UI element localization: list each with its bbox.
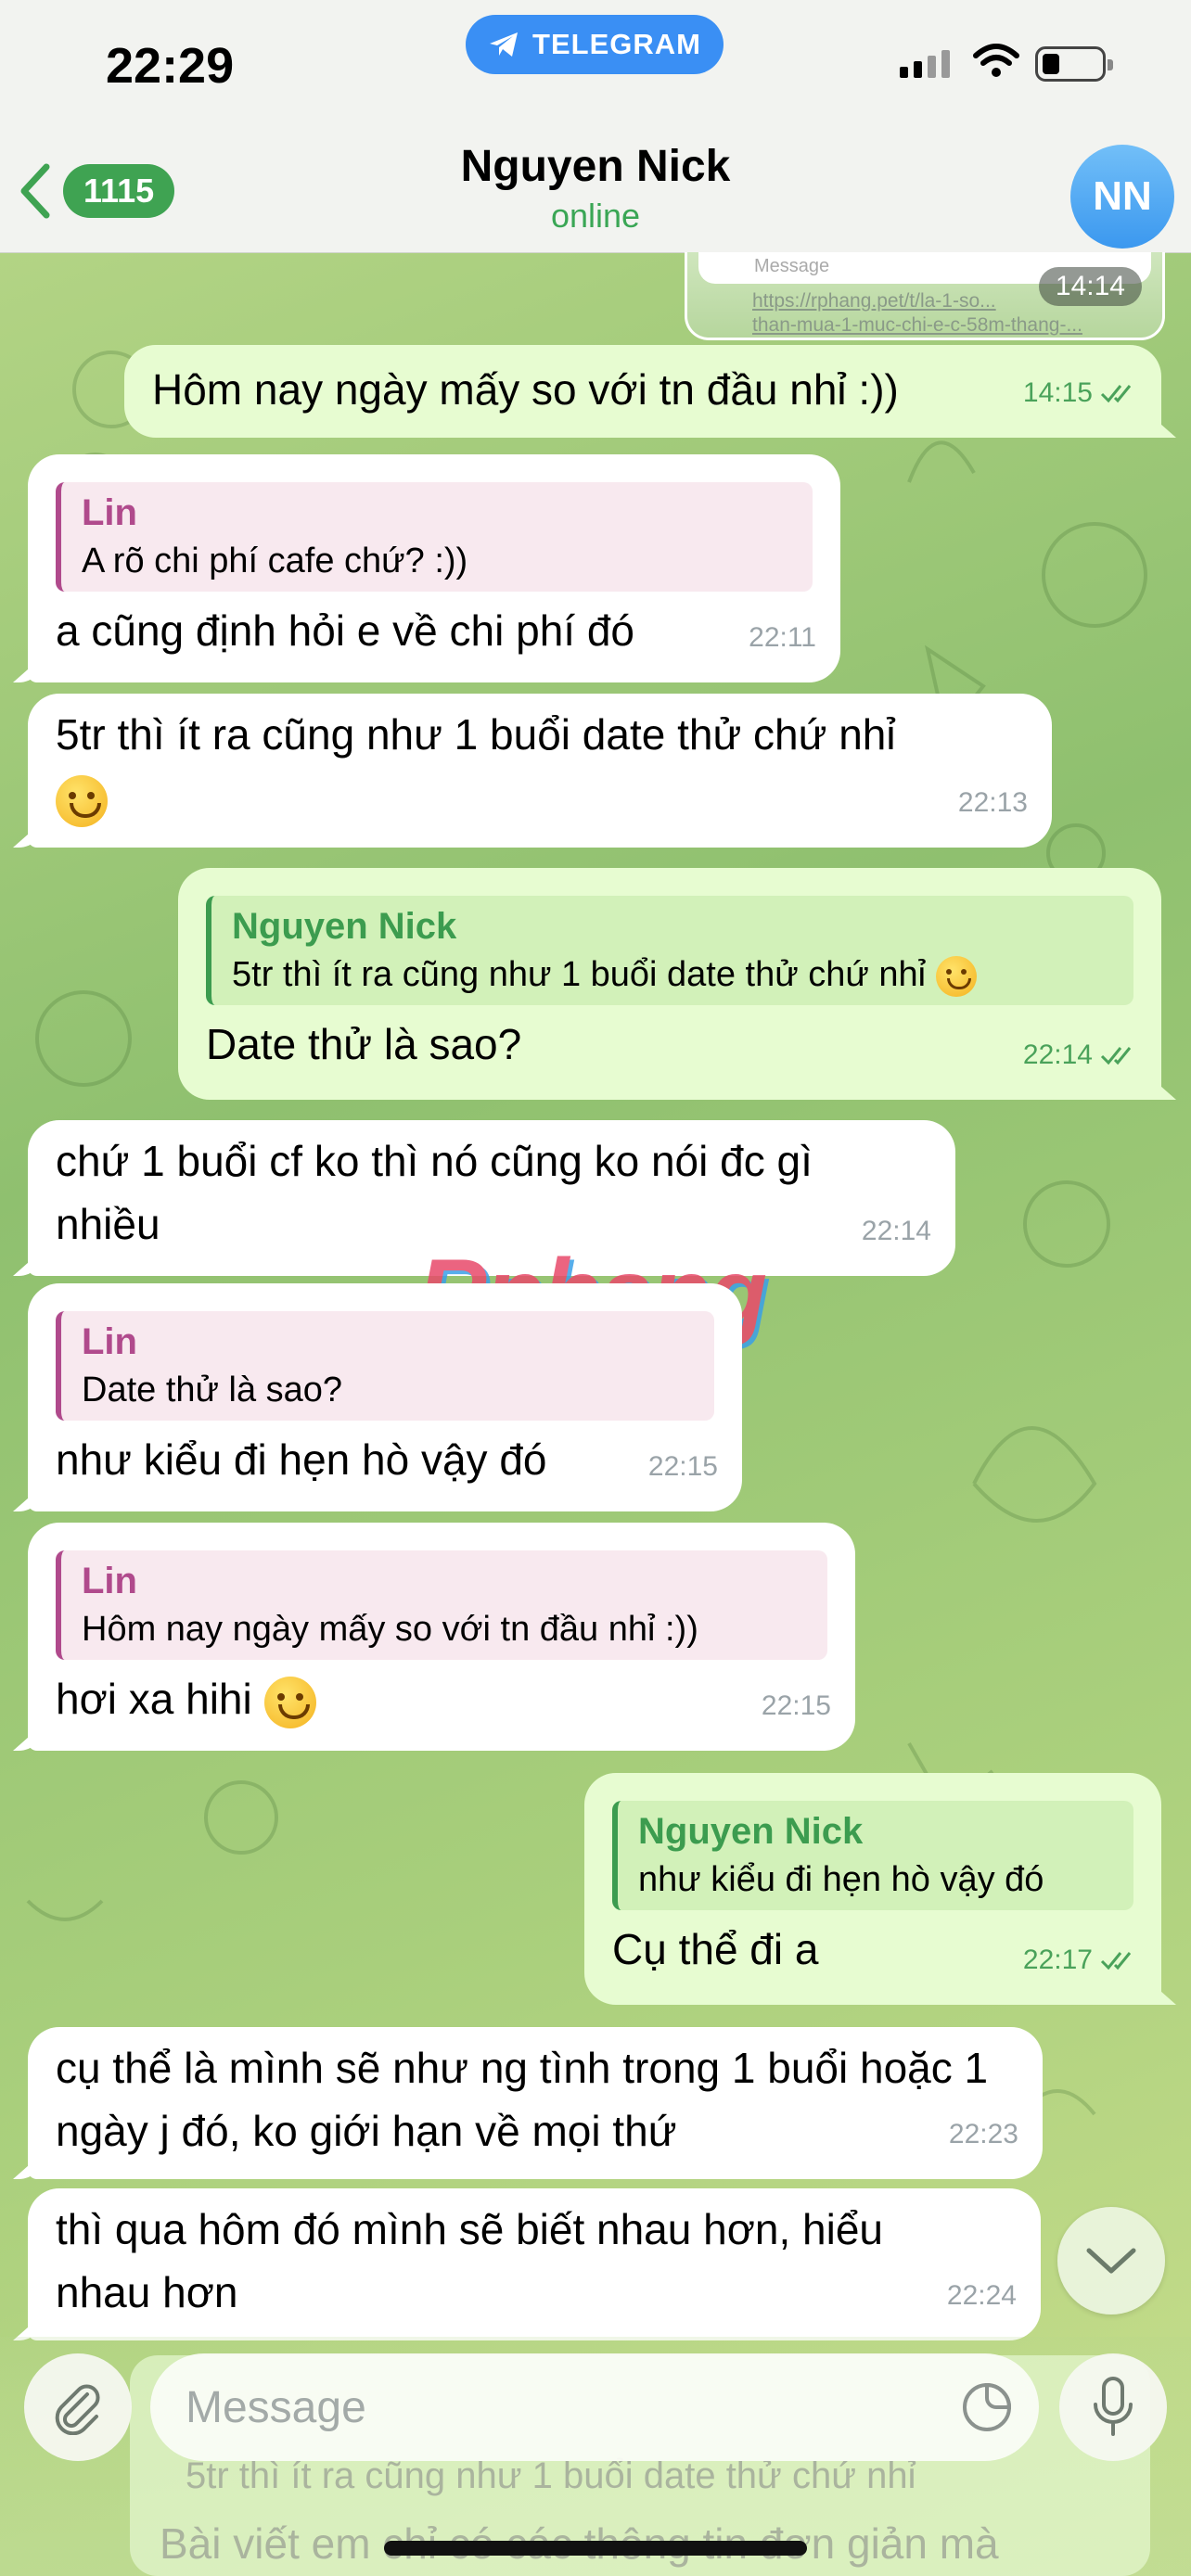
reply-text: A rõ chi phí cafe chứ? :)): [82, 542, 468, 580]
message-text: cụ thể là mình sẽ như ng tình trong 1 bu…: [56, 2044, 989, 2155]
telegram-pill-label: TELEGRAM: [532, 28, 701, 60]
message-text: hơi xa hihi: [56, 1675, 252, 1723]
reply-author: Nguyen Nick: [638, 1811, 864, 1852]
reply-quote[interactable]: Lin Hôm nay ngày mấy so với tn đầu nhỉ :…: [56, 1550, 827, 1660]
message-meta: 22:13: [957, 787, 1028, 818]
message-text: thì qua hôm đó mình sẽ biết nhau hơn, hi…: [56, 2205, 883, 2316]
reply-text: Hôm nay ngày mấy so với tn đầu nhỉ :)): [82, 1610, 698, 1649]
preview-url: https://rphang.pet/t/la-1-so... than-mua-…: [752, 290, 1082, 336]
message-bubble-outgoing[interactable]: Nguyen Nick như kiểu đi hẹn hò vậy đó Cụ…: [584, 1773, 1161, 2005]
signal-icon: [900, 50, 950, 78]
double-check-icon: [1100, 1952, 1132, 1970]
preview-time: 14:14: [1038, 267, 1142, 306]
message-meta: 22:15: [761, 1690, 831, 1721]
reply-quote[interactable]: Lin Date thử là sao?: [56, 1311, 714, 1421]
reply-quote[interactable]: Nguyen Nick như kiểu đi hẹn hò vậy đó: [612, 1801, 1133, 1910]
status-time: 22:29: [106, 38, 235, 94]
double-check-icon: [1100, 385, 1132, 403]
message-bubble-incoming[interactable]: thì qua hôm đó mình sẽ biết nhau hơn, hi…: [28, 2188, 1041, 2340]
blush-emoji-icon: [263, 1676, 316, 1728]
ghost-line-1: 5tr thì ít ra cũng như 1 buổi date thử c…: [186, 2455, 916, 2496]
message-text: 5tr thì ít ra cũng như 1 buổi date thử c…: [56, 710, 896, 759]
message-input[interactable]: Message: [150, 2353, 1039, 2461]
reply-text: 5tr thì ít ra cũng như 1 buổi date thử c…: [232, 951, 1113, 998]
image-message-preview[interactable]: Message https://rphang.pet/t/la-1-so... t…: [685, 252, 1165, 340]
telegram-icon: [490, 32, 519, 57]
reply-author: Nguyen Nick: [232, 906, 457, 947]
reply-quote[interactable]: Lin A rõ chi phí cafe chứ? :)): [56, 482, 813, 592]
contact-status: online: [550, 197, 641, 235]
message-bubble-incoming[interactable]: Lin Date thử là sao? như kiểu đi hẹn hò …: [28, 1283, 742, 1511]
top-bar: 22:29 TELEGRAM 1115 Nguyen Nick online N…: [0, 0, 1191, 253]
message-bubble-outgoing[interactable]: Hôm nay ngày mấy so với tn đầu nhỉ :)) 1…: [124, 345, 1161, 438]
home-indicator: [384, 2541, 807, 2556]
message-bubble-incoming[interactable]: 5tr thì ít ra cũng như 1 buổi date thử c…: [28, 694, 1052, 848]
avatar[interactable]: NN: [1070, 145, 1174, 249]
message-text: Date thử là sao?: [206, 1020, 522, 1068]
message-bubble-incoming[interactable]: Lin A rõ chi phí cafe chứ? :)) a cũng đị…: [28, 454, 840, 682]
message-meta: 22:17: [1023, 1929, 1137, 1992]
message-meta: 22:11: [749, 622, 816, 653]
chevron-down-icon: [1086, 2248, 1136, 2274]
smile-emoji-icon: [935, 955, 977, 997]
message-meta: 22:23: [948, 2119, 1018, 2149]
reply-author: Lin: [82, 1561, 137, 1601]
reply-quote[interactable]: Nguyen Nick 5tr thì ít ra cũng như 1 buổ…: [206, 896, 1133, 1005]
message-bubble-incoming[interactable]: Lin Hôm nay ngày mấy so với tn đầu nhỉ :…: [28, 1523, 855, 1751]
message-text: Hôm nay ngày mấy so với tn đầu nhỉ :)): [152, 365, 899, 414]
message-meta: 22:14: [1023, 1024, 1137, 1087]
smile-emoji-icon: [56, 774, 108, 827]
message-bubble-incoming[interactable]: cụ thể là mình sẽ như ng tình trong 1 bu…: [28, 2027, 1043, 2179]
message-meta: 22:24: [946, 2280, 1017, 2311]
message-text: như kiểu đi hẹn hò vậy đó: [56, 1435, 547, 1484]
reply-text: Date thử là sao?: [82, 1371, 343, 1409]
reply-author: Lin: [82, 492, 137, 533]
message-text: a cũng định hỏi e về chi phí đó: [56, 606, 635, 655]
message-meta: 22:15: [647, 1451, 718, 1482]
double-check-icon: [1100, 1047, 1132, 1065]
battery-icon: [1035, 46, 1113, 82]
paperclip-icon: [55, 2384, 100, 2435]
reply-text: như kiểu đi hẹn hò vậy đó: [638, 1860, 1044, 1899]
contact-name[interactable]: Nguyen Nick: [0, 141, 1191, 192]
message-bubble-outgoing[interactable]: Nguyen Nick 5tr thì ít ra cũng như 1 buổ…: [178, 868, 1161, 1100]
telegram-pill[interactable]: TELEGRAM: [466, 15, 724, 74]
message-meta: 14:15: [1023, 362, 1137, 425]
message-text: Cụ thể đi a: [612, 1925, 819, 1973]
message-input-placeholder: Message: [186, 2382, 366, 2432]
scroll-to-bottom-button[interactable]: [1057, 2207, 1165, 2315]
message-meta: 22:14: [861, 1216, 931, 1246]
microphone-icon: [1094, 2377, 1133, 2436]
voice-record-button[interactable]: [1059, 2353, 1167, 2461]
sticker-icon[interactable]: [959, 2379, 1015, 2435]
message-text: chứ 1 buổi cf ko thì nó cũng ko nói đc g…: [56, 1137, 813, 1248]
attach-button[interactable]: [24, 2353, 132, 2461]
wifi-icon: [973, 44, 1019, 77]
reply-author: Lin: [82, 1321, 137, 1362]
